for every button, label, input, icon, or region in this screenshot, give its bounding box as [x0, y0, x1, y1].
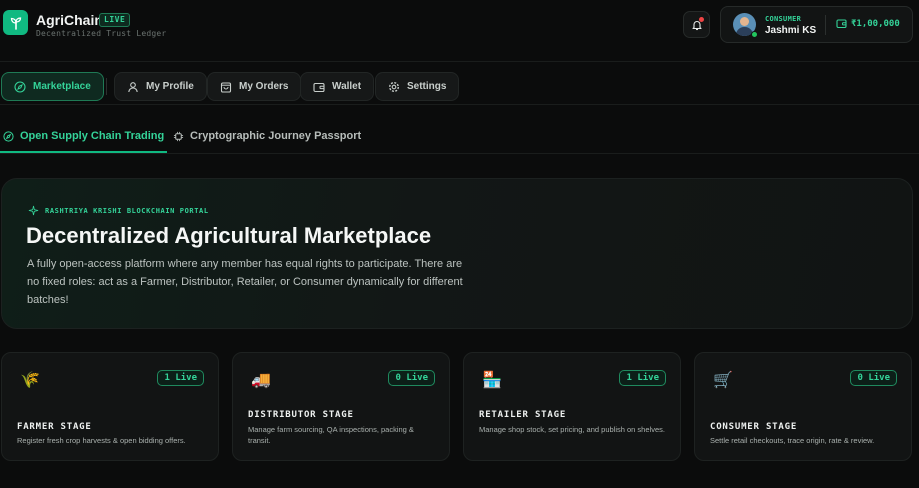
gear-icon: [388, 81, 400, 92]
tabs-divider: [0, 153, 919, 154]
stage-description: Register fresh crop harvests & open bidd…: [17, 436, 186, 445]
nav-divider-line: [0, 104, 919, 105]
cart-icon: 🛒: [713, 372, 733, 389]
hero-kicker: RASHTRIYA KRISHI BLOCKCHAIN PORTAL: [28, 205, 209, 216]
live-count-badge: 0 Live: [388, 370, 435, 386]
tab-open-supply-chain-trading-label: Open Supply Chain Trading: [20, 130, 165, 142]
user-account-card[interactable]: CONSUMER Jashmi KS ₹1,00,000: [720, 6, 913, 43]
nav-wallet[interactable]: Wallet: [300, 72, 375, 101]
user-name: Jashmi KS: [765, 25, 817, 36]
nav-settings[interactable]: Settings: [375, 72, 460, 101]
stage-card-consumer[interactable]: 🛒 0 Live CONSUMER STAGE Settle retail ch…: [694, 352, 912, 461]
online-status-dot: [751, 31, 758, 38]
brand-tagline: Decentralized Trust Ledger: [36, 29, 167, 38]
nav-wallet-label: Wallet: [332, 81, 362, 92]
nav-my-orders[interactable]: My Orders: [207, 72, 302, 101]
header-divider: [0, 61, 919, 62]
user-role: CONSUMER: [765, 15, 802, 23]
chip-icon: [173, 131, 184, 141]
stage-description: Manage shop stock, set pricing, and publ…: [479, 425, 665, 434]
wallet-icon: [313, 82, 325, 92]
tab-open-supply-chain-trading[interactable]: Open Supply Chain Trading: [3, 128, 164, 144]
nav-settings-label: Settings: [407, 81, 447, 92]
stage-card-distributor[interactable]: 🚚 0 Live DISTRIBUTOR STAGE Manage farm s…: [232, 352, 450, 461]
sprout-logo-icon[interactable]: [3, 10, 28, 35]
wallet-icon: [836, 19, 847, 29]
stage-card-farmer[interactable]: 🌾 1 Live FARMER STAGE Register fresh cro…: [1, 352, 219, 461]
live-count-badge: 1 Live: [157, 370, 204, 386]
live-count-badge: 0 Live: [850, 370, 897, 386]
tab-cryptographic-journey-passport[interactable]: Cryptographic Journey Passport: [173, 128, 361, 144]
store-icon: 🏪: [482, 372, 502, 389]
hero-banner: RASHTRIYA KRISHI BLOCKCHAIN PORTAL Decen…: [1, 178, 913, 329]
divider: [825, 15, 826, 35]
wheat-icon: 🌾: [20, 372, 40, 389]
compass-icon: [3, 130, 14, 142]
stage-title: RETAILER STAGE: [479, 410, 567, 420]
bag-icon: [220, 81, 232, 93]
notifications-button[interactable]: [683, 11, 710, 38]
sparkle-icon: [28, 205, 39, 216]
truck-icon: 🚚: [251, 372, 271, 389]
nav-my-profile[interactable]: My Profile: [114, 72, 207, 101]
stage-card-retailer[interactable]: 🏪 1 Live RETAILER STAGE Manage shop stoc…: [463, 352, 681, 461]
brand-name: AgriChain: [36, 12, 103, 28]
nav-marketplace-label: Marketplace: [33, 81, 91, 92]
hero-kicker-text: RASHTRIYA KRISHI BLOCKCHAIN PORTAL: [45, 206, 209, 215]
stage-description: Settle retail checkouts, trace origin, r…: [710, 436, 875, 445]
wallet-balance: ₹1,00,000: [851, 19, 900, 29]
compass-icon: [14, 80, 26, 93]
stage-description: Manage farm sourcing, QA inspections, pa…: [248, 425, 414, 445]
nav-divider: [106, 78, 107, 95]
tab-cryptographic-journey-passport-label: Cryptographic Journey Passport: [190, 130, 362, 142]
user-icon: [128, 81, 138, 92]
live-badge: LIVE: [99, 13, 131, 27]
hero-title: Decentralized Agricultural Marketplace: [26, 223, 432, 248]
hero-description: A fully open-access platform where any m…: [27, 258, 463, 306]
nav-my-orders-label: My Orders: [239, 81, 289, 92]
nav-marketplace[interactable]: Marketplace: [1, 72, 104, 101]
stage-title: CONSUMER STAGE: [710, 422, 798, 432]
stage-title: FARMER STAGE: [17, 422, 92, 432]
stage-title: DISTRIBUTOR STAGE: [248, 410, 354, 420]
notification-dot: [699, 17, 704, 22]
app-header: AgriChain LIVE Decentralized Trust Ledge…: [0, 0, 919, 52]
live-count-badge: 1 Live: [619, 370, 666, 386]
nav-my-profile-label: My Profile: [146, 81, 194, 92]
